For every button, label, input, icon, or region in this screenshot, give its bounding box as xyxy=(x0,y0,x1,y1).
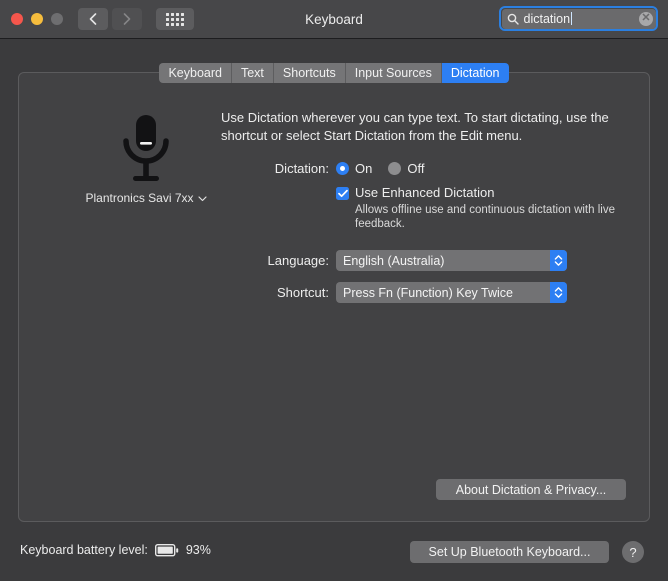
keyboard-battery-status: Keyboard battery level: 93% xyxy=(20,543,211,557)
stepper-updown-icon xyxy=(550,250,567,271)
microphone-device-selector[interactable]: Plantronics Savi 7xx xyxy=(66,191,226,205)
show-all-preferences-icon xyxy=(166,12,184,26)
zoom-button[interactable] xyxy=(51,13,63,25)
tab-dictation[interactable]: Dictation xyxy=(441,63,509,83)
clear-icon: ✕ xyxy=(641,12,651,24)
tab-keyboard[interactable]: Keyboard xyxy=(159,63,232,83)
show-all-preferences-button[interactable] xyxy=(156,8,194,30)
shortcut-value: Press Fn (Function) Key Twice xyxy=(343,285,513,300)
dictation-off-radio[interactable] xyxy=(388,162,402,175)
preferences-panel: Plantronics Savi 7xx Use Dictation where… xyxy=(18,72,650,522)
window-titlebar: Keyboard dictation ✕ xyxy=(0,0,668,39)
minimize-button[interactable] xyxy=(31,13,43,25)
help-button[interactable]: ? xyxy=(622,541,644,563)
tab-input-sources[interactable]: Input Sources xyxy=(345,63,442,83)
tab-text[interactable]: Text xyxy=(231,63,274,83)
chevron-left-icon xyxy=(89,13,97,25)
chevron-down-icon xyxy=(197,191,207,205)
forward-button[interactable] xyxy=(112,8,142,30)
tab-bar: Keyboard Text Shortcuts Input Sources Di… xyxy=(0,63,668,83)
battery-icon xyxy=(154,543,179,557)
dictation-radio-group: On Off xyxy=(336,161,434,176)
shortcut-select[interactable]: Press Fn (Function) Key Twice xyxy=(336,282,567,303)
battery-percent: 93% xyxy=(185,543,211,557)
search-icon xyxy=(507,13,519,25)
enhanced-dictation-checkbox[interactable] xyxy=(336,187,349,200)
enhanced-dictation-description: Allows offline use and continuous dictat… xyxy=(355,204,615,230)
stepper-updown-icon xyxy=(550,282,567,303)
about-dictation-privacy-button[interactable]: About Dictation & Privacy... xyxy=(436,479,626,500)
dictation-on-label: On xyxy=(355,161,373,176)
keyboard-battery-label: Keyboard battery level: xyxy=(20,543,148,557)
search-field[interactable]: dictation ✕ xyxy=(499,6,658,31)
dictation-on-radio[interactable] xyxy=(336,162,349,175)
enhanced-dictation-checkbox-row[interactable]: Use Enhanced Dictation xyxy=(336,185,494,200)
clear-search-button[interactable]: ✕ xyxy=(639,11,653,26)
microphone-block: Plantronics Savi 7xx xyxy=(66,113,226,205)
shortcut-label: Shortcut: xyxy=(276,285,329,300)
microphone-icon xyxy=(66,113,226,185)
search-input-value[interactable]: dictation xyxy=(524,12,571,26)
back-button[interactable] xyxy=(78,8,108,30)
navigation-buttons xyxy=(78,8,142,30)
set-up-bluetooth-keyboard-button[interactable]: Set Up Bluetooth Keyboard... xyxy=(410,541,609,563)
language-select[interactable]: English (Australia) xyxy=(336,250,567,271)
language-label: Language: xyxy=(267,253,329,268)
close-button[interactable] xyxy=(11,13,23,25)
microphone-device-name: Plantronics Savi 7xx xyxy=(85,191,194,205)
language-value: English (Australia) xyxy=(343,253,445,268)
chevron-right-icon xyxy=(123,13,131,25)
dictation-off-label: Off xyxy=(407,161,425,176)
enhanced-dictation-label: Use Enhanced Dictation xyxy=(355,185,495,200)
text-caret xyxy=(571,12,573,25)
dictation-label: Dictation: xyxy=(274,161,329,176)
traffic-lights xyxy=(11,13,63,25)
tab-shortcuts[interactable]: Shortcuts xyxy=(273,63,346,83)
dictation-description: Use Dictation wherever you can type text… xyxy=(221,110,609,143)
